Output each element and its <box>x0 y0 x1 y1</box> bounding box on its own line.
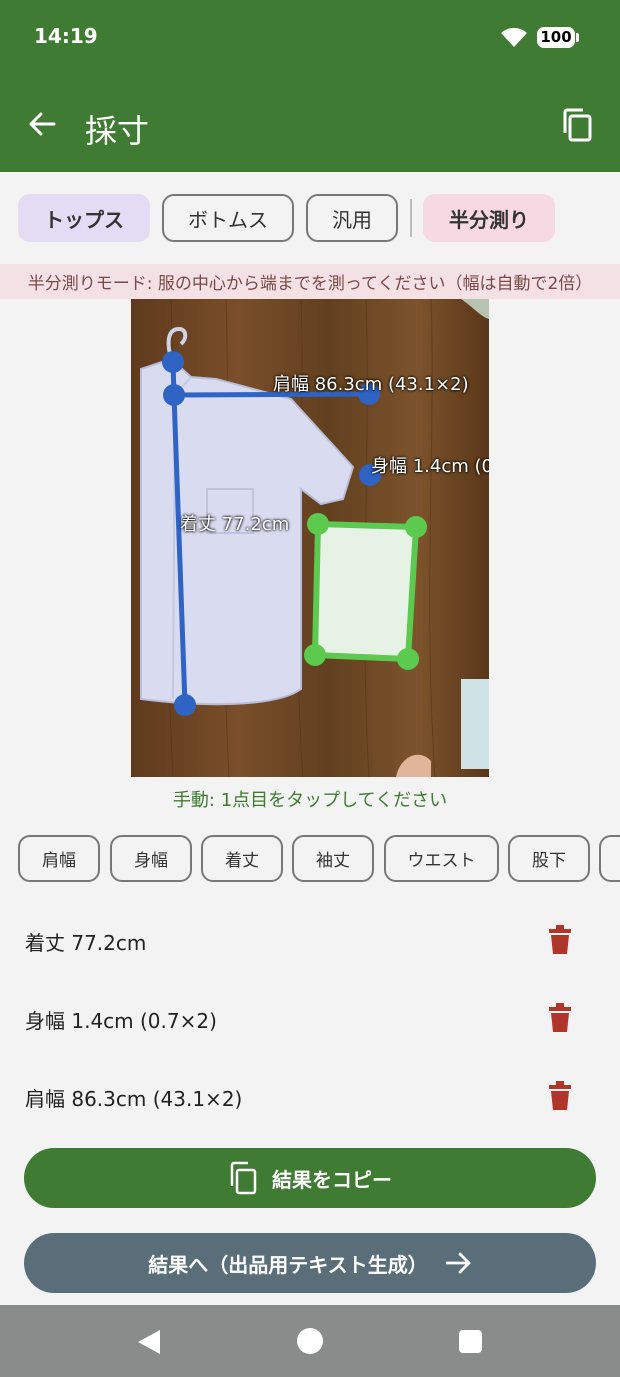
trash-icon[interactable] <box>548 925 572 959</box>
nav-home-icon[interactable] <box>297 1328 323 1354</box>
wifi-icon <box>500 26 528 52</box>
copy-results-button[interactable]: 結果をコピー <box>24 1148 596 1208</box>
measure-point <box>174 694 196 716</box>
battery-tip <box>576 33 579 42</box>
copy-icon <box>230 1161 257 1195</box>
measure-tag-row: 肩幅 身幅 着丈 袖丈 ウエスト 股下 <box>0 834 620 884</box>
card-corner-point <box>397 648 419 670</box>
trash-icon[interactable] <box>548 1003 572 1037</box>
card-corner-point <box>307 513 329 535</box>
tag-length[interactable]: 着丈 <box>201 835 283 882</box>
result-row: 肩幅 86.3cm (43.1×2) <box>0 1067 620 1127</box>
system-nav-bar <box>0 1305 620 1377</box>
page-title: 採寸 <box>85 112 150 150</box>
tag-inseam[interactable]: 股下 <box>508 835 590 882</box>
chip-tops[interactable]: トップス <box>18 194 150 242</box>
result-text: 肩幅 86.3cm (43.1×2) <box>25 1087 243 1111</box>
tag-sleeve[interactable]: 袖丈 <box>292 835 374 882</box>
status-bar: 14:19 100 <box>0 0 620 75</box>
mode-banner: 半分測りモード: 服の中心から端までを測ってください（幅は自動で2倍） <box>0 264 620 299</box>
arrow-right-icon <box>445 1252 471 1274</box>
length-measure-label: 着丈 77.2cm <box>180 514 290 535</box>
trash-icon[interactable] <box>548 1081 572 1115</box>
result-text: 着丈 77.2cm <box>25 931 147 955</box>
card-corner-point <box>405 516 427 538</box>
chip-generic[interactable]: 汎用 <box>306 194 398 242</box>
to-results-button[interactable]: 結果へ（出品用テキスト生成） <box>24 1233 596 1293</box>
tag-shoulder[interactable]: 肩幅 <box>18 835 100 882</box>
battery-icon: 100 <box>537 27 575 48</box>
chip-divider <box>410 199 412 237</box>
floor-object <box>461 679 489 769</box>
result-row: 身幅 1.4cm (0.7×2) <box>0 989 620 1049</box>
tag-body-width[interactable]: 身幅 <box>110 835 192 882</box>
chip-bottoms[interactable]: ボトムス <box>162 194 294 242</box>
tag-waist[interactable]: ウエスト <box>384 835 499 882</box>
app-bar: 採寸 <box>0 75 620 172</box>
to-results-label: 結果へ（出品用テキスト生成） <box>148 1252 428 1277</box>
measurement-photo[interactable]: 肩幅 86.3cm (43.1×2) 身幅 1.4cm (0.7×2) 着丈 7… <box>131 299 489 777</box>
reference-card <box>311 520 420 663</box>
nav-back-icon[interactable] <box>137 1329 161 1359</box>
tag-more[interactable] <box>599 835 620 882</box>
copy-results-label: 結果をコピー <box>272 1167 392 1192</box>
tap-hint: 手動: 1点目をタップしてください <box>172 790 448 811</box>
copy-icon[interactable] <box>561 107 593 147</box>
nav-recent-icon[interactable] <box>459 1330 482 1353</box>
result-row: 着丈 77.2cm <box>0 911 620 971</box>
result-text: 身幅 1.4cm (0.7×2) <box>25 1009 217 1033</box>
measure-point <box>163 384 185 406</box>
body-width-measure-label: 身幅 1.4cm (0.7×2) <box>371 456 489 477</box>
shoulder-measure-label: 肩幅 86.3cm (43.1×2) <box>273 374 469 395</box>
back-arrow-icon[interactable] <box>28 110 56 142</box>
card-corner-point <box>304 644 326 666</box>
chip-half-measure[interactable]: 半分測り <box>423 194 555 242</box>
status-time: 14:19 <box>34 24 98 48</box>
measure-point <box>162 351 184 373</box>
